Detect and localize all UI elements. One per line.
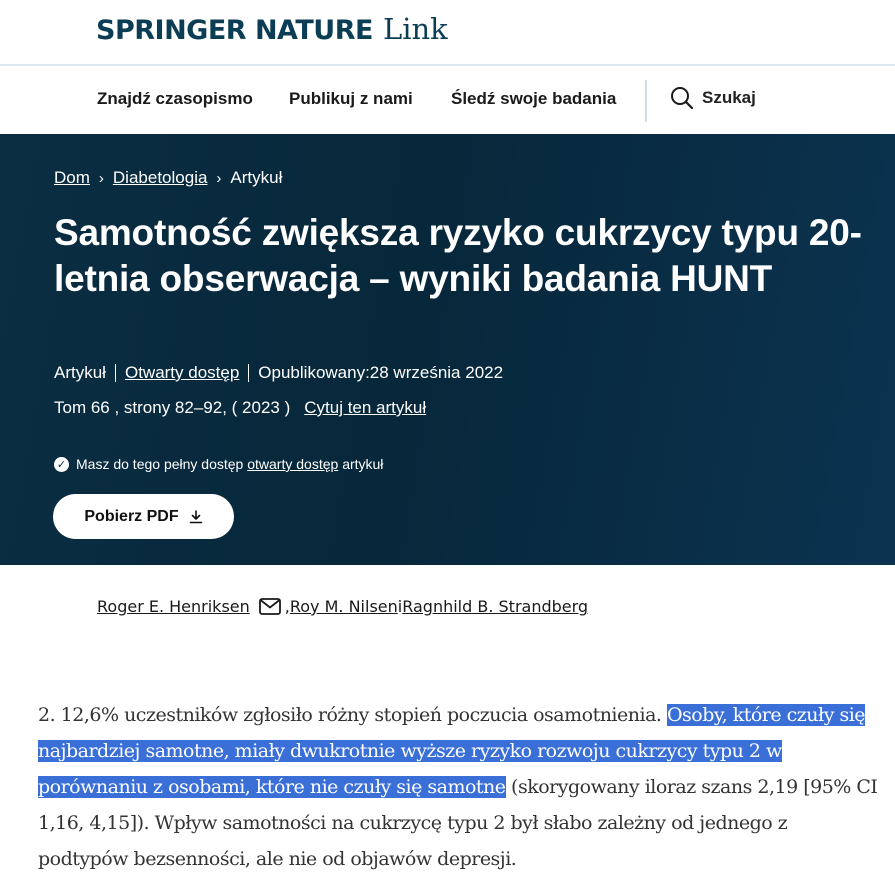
paragraph-text: 2. 12,6% uczestników zgłosiło różny stop… xyxy=(38,704,667,726)
search-label: Szukaj xyxy=(702,88,756,107)
chevron-right-icon: › xyxy=(98,169,104,187)
download-icon xyxy=(189,509,202,523)
cite-article-link[interactable]: Cytuj ten artykuł xyxy=(304,398,426,418)
meta-divider xyxy=(114,364,116,382)
search-icon xyxy=(671,87,694,110)
brand-name: SPRINGER NATURE xyxy=(96,15,373,46)
nav-find-journal[interactable]: Znajdź czasopismo xyxy=(97,89,253,109)
author-link[interactable]: Ragnhild B. Strandberg xyxy=(402,597,588,616)
author-list: Roger E. Henriksen , Roy M. Nilsen i Rag… xyxy=(97,597,588,616)
article-citation-info: Tom 66 , strony 82–92, ( 2023 ) Cytuj te… xyxy=(54,398,426,418)
breadcrumb-home[interactable]: Dom xyxy=(54,168,90,188)
author-link[interactable]: Roger E. Henriksen xyxy=(97,597,250,616)
download-pdf-label: Pobierz PDF xyxy=(84,507,179,525)
volume-pages: Tom 66 , strony 82–92, ( 2023 ) xyxy=(54,398,291,417)
author-link[interactable]: Roy M. Nilsen xyxy=(290,597,398,616)
nav-track-research[interactable]: Śledź swoje badania xyxy=(451,89,616,109)
check-circle-icon: ✓ xyxy=(54,456,69,472)
access-note: ✓ Masz do tego pełny dostęp otwarty dost… xyxy=(54,456,383,472)
open-access-link[interactable]: Otwarty dostęp xyxy=(125,363,239,383)
mail-icon[interactable] xyxy=(258,598,281,615)
main-nav: Znajdź czasopismo Publikuj z nami Śledź … xyxy=(0,68,895,134)
download-pdf-button[interactable]: Pobierz PDF xyxy=(53,494,234,539)
abstract-paragraph: 2. 12,6% uczestników zgłosiło różny stop… xyxy=(38,697,878,876)
article-type: Artykuł xyxy=(54,363,106,382)
chevron-right-icon: › xyxy=(216,169,222,187)
nav-divider xyxy=(645,80,647,122)
brand-suffix: Link xyxy=(382,12,448,46)
brand-header: SPRINGER NATURE Link xyxy=(0,0,895,66)
article-title: Samotność zwiększa ryzyko cukrzycy typu … xyxy=(54,212,862,299)
search-button[interactable]: Szukaj xyxy=(670,86,756,110)
article-hero: Dom › Diabetologia › Artykuł Samotność z… xyxy=(0,134,895,565)
access-note-link[interactable]: otwarty dostęp xyxy=(247,456,338,472)
access-note-suffix: artykuł xyxy=(342,456,384,472)
published-date: Opublikowany:28 września 2022 xyxy=(258,363,504,382)
springer-nature-link-logo[interactable]: SPRINGER NATURE Link xyxy=(96,12,448,46)
meta-divider xyxy=(248,364,250,382)
access-note-prefix: Masz do tego pełny dostęp xyxy=(76,456,244,472)
nav-publish-with-us[interactable]: Publikuj z nami xyxy=(289,89,413,109)
breadcrumb: Dom › Diabetologia › Artykuł xyxy=(54,168,282,188)
article-meta: Artykuł Otwarty dostęp Opublikowany:28 w… xyxy=(54,363,503,383)
breadcrumb-current: Artykuł xyxy=(230,168,283,187)
breadcrumb-journal[interactable]: Diabetologia xyxy=(113,168,208,188)
